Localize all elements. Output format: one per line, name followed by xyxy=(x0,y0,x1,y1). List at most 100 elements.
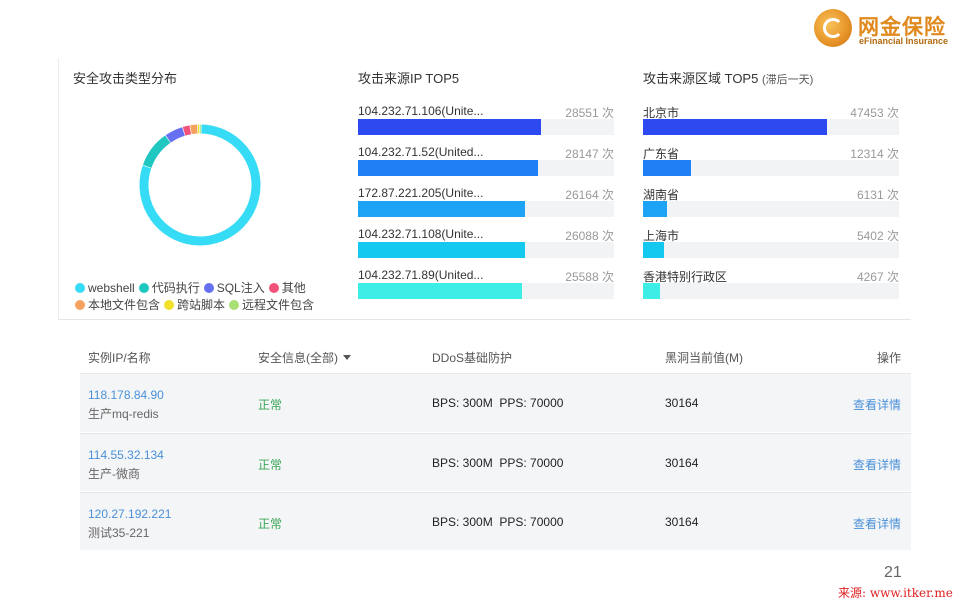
bar-track xyxy=(643,160,899,176)
view-details-link[interactable]: 查看详情 xyxy=(853,456,901,473)
legend-item[interactable]: 本地文件包含 xyxy=(75,297,160,314)
legend-dot-icon xyxy=(229,300,240,310)
instance-name: 测试35-221 xyxy=(88,526,150,540)
logo-text-en: eFinancial Insurance xyxy=(859,36,949,46)
bar-count-value: 28551 xyxy=(565,106,599,120)
table-row: 118.178.84.90 生产mq-redis 正常 BPS: 300M PPS: … xyxy=(80,374,911,433)
donut-slice-1[interactable] xyxy=(142,135,171,169)
bar-track xyxy=(358,283,614,299)
legend-item[interactable]: 其他 xyxy=(268,280,306,297)
view-details-link[interactable]: 查看详情 xyxy=(853,396,901,413)
header-ddos: DDoS基础防护 xyxy=(432,351,513,365)
instance-name: 生产-微商 xyxy=(88,467,140,481)
bar-label: 104.232.71.89(United... xyxy=(358,268,484,282)
bar-fill xyxy=(358,119,541,135)
legend-label: webshell xyxy=(88,281,135,295)
instance-ip-link[interactable]: 114.55.32.134 xyxy=(88,448,164,462)
bar-count-value: 4267 xyxy=(856,270,884,284)
bar-count-value: 25588 xyxy=(565,270,599,284)
header-instance: 实例IP/名称 xyxy=(88,351,151,365)
ddos-protection: BPS: 300M PPS: 70000 xyxy=(432,396,564,410)
header-action: 操作 xyxy=(876,351,901,365)
legend-item[interactable]: webshell xyxy=(75,280,135,297)
legend-dot-icon xyxy=(75,283,85,293)
source-watermark: 来源: www.itker.me xyxy=(838,586,953,600)
header-security-filter[interactable]: 安全信息(全部) xyxy=(258,349,351,366)
table-row: 114.55.32.134 生产-微商 正常 BPS: 300M PPS: 70000… xyxy=(80,433,911,492)
blackhole-value: 30164 xyxy=(665,396,699,410)
bar-count-unit: 次 xyxy=(886,270,899,284)
bar-track xyxy=(643,242,899,258)
bar-track xyxy=(358,242,614,258)
attack-type-title: 安全攻击类型分布 xyxy=(73,71,178,86)
legend-label: 远程文件包含 xyxy=(242,298,315,312)
legend-label: SQL注入 xyxy=(216,281,265,295)
bar-count-unit: 次 xyxy=(601,229,614,243)
bar-count-value: 12314 xyxy=(850,147,884,161)
legend-dot-icon xyxy=(268,283,279,293)
bar-label: 104.232.71.108(Unite... xyxy=(358,227,484,241)
header-security-label: 安全信息(全部) xyxy=(258,351,338,365)
bar-count-unit: 次 xyxy=(601,106,614,120)
caret-down-icon xyxy=(343,355,351,360)
bar-track xyxy=(358,160,614,176)
donut-slice-4[interactable] xyxy=(190,124,198,135)
region-top5-title: 攻击来源区域 TOP5 (滞后一天) xyxy=(643,68,813,87)
bar-count-unit: 次 xyxy=(601,270,614,284)
legend-label: 代码执行 xyxy=(151,281,200,295)
view-details-link[interactable]: 查看详情 xyxy=(853,515,901,532)
bar-fill xyxy=(643,160,691,176)
legend-label: 本地文件包含 xyxy=(88,298,161,312)
bar-count-unit: 次 xyxy=(886,229,899,243)
bar-row: 104.232.71.106(Unite... 28551 次 xyxy=(358,104,614,144)
bar-count-unit: 次 xyxy=(886,106,899,120)
bar-count-value: 28147 xyxy=(565,147,599,161)
logo-mark-icon xyxy=(814,9,852,47)
header-blackhole: 黑洞当前值(M) xyxy=(665,351,743,365)
bar-track xyxy=(643,119,899,135)
bar-count-value: 47453 xyxy=(850,106,884,120)
bar-track xyxy=(643,201,899,217)
bar-count-unit: 次 xyxy=(601,188,614,202)
donut-slice-3[interactable] xyxy=(182,125,192,136)
legend-label: 其他 xyxy=(281,281,306,295)
bar-row: 104.232.71.52(United... 28147 次 xyxy=(358,145,614,185)
bar-fill xyxy=(358,201,526,217)
legend-dot-icon xyxy=(203,283,214,293)
bar-fill xyxy=(643,283,660,299)
bar-count-value: 26164 xyxy=(565,188,599,202)
bar-track xyxy=(358,119,614,135)
bar-fill xyxy=(358,242,525,258)
instance-ip-link[interactable]: 120.27.192.221 xyxy=(88,507,171,521)
security-status: 正常 xyxy=(258,517,283,531)
table-body: 118.178.84.90 生产mq-redis 正常 BPS: 300M PPS: … xyxy=(80,374,911,551)
table-row: 120.27.192.221 测试35-221 正常 BPS: 300M PPS: 7… xyxy=(80,492,911,551)
attack-type-legend: webshell 代码执行 SQL注入 其他本地文件包含 跨站脚本 远程文件包含 xyxy=(75,280,345,314)
page-number: 21 xyxy=(884,564,902,581)
security-status: 正常 xyxy=(258,458,283,472)
legend-dot-icon xyxy=(75,300,85,310)
bar-fill xyxy=(643,119,828,135)
instance-ip-link[interactable]: 118.178.84.90 xyxy=(88,388,164,402)
bar-count-value: 6131 xyxy=(856,188,884,202)
security-status: 正常 xyxy=(258,398,283,412)
bar-row: 104.232.71.108(Unite... 26088 次 xyxy=(358,227,614,267)
bar-row: 北京市 47453 次 xyxy=(643,104,899,144)
legend-label: 跨站脚本 xyxy=(177,298,226,312)
legend-dot-icon xyxy=(138,283,149,293)
bar-fill xyxy=(358,160,539,176)
bar-count-unit: 次 xyxy=(886,147,899,161)
bar-count-unit: 次 xyxy=(886,188,899,202)
ddos-protection: BPS: 300M PPS: 70000 xyxy=(432,456,564,470)
instance-name: 生产mq-redis xyxy=(88,407,159,421)
attack-type-donut-chart xyxy=(139,124,261,246)
legend-item[interactable]: 代码执行 xyxy=(138,280,200,297)
region-top5-subtitle: (滞后一天) xyxy=(761,74,814,86)
legend-item[interactable]: 远程文件包含 xyxy=(229,297,314,314)
region-top5-title-text: 攻击来源区域 TOP5 xyxy=(643,71,759,86)
bar-row: 湖南省 6131 次 xyxy=(643,186,899,226)
legend-item[interactable]: 跨站脚本 xyxy=(164,297,225,314)
bar-row: 104.232.71.89(United... 25588 次 xyxy=(358,268,614,308)
legend-item[interactable]: SQL注入 xyxy=(203,280,265,297)
donut-slice-2[interactable] xyxy=(165,127,185,143)
